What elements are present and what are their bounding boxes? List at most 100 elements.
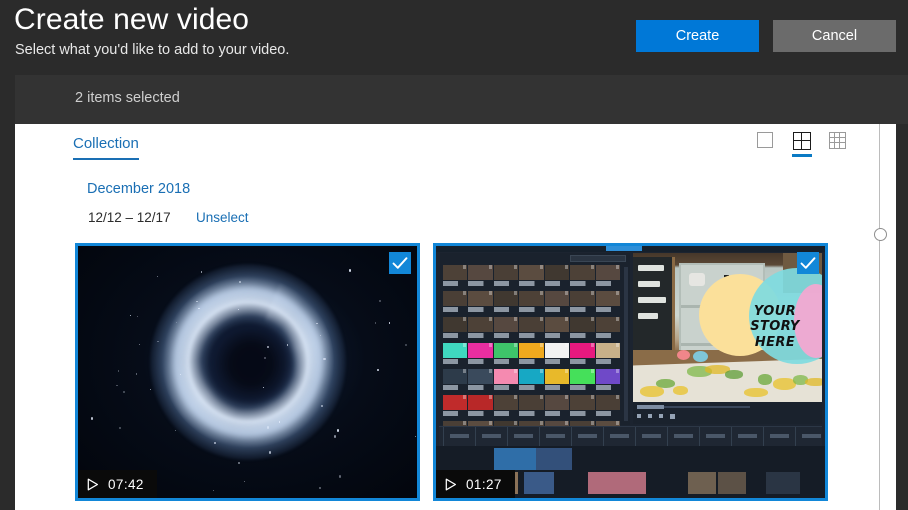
timeline-clip[interactable] — [494, 448, 536, 470]
asset-thumbnail[interactable] — [468, 369, 493, 394]
asset-preview — [570, 265, 595, 280]
asset-thumbnail[interactable] — [468, 317, 493, 342]
asset-thumbnail[interactable] — [493, 343, 519, 368]
asset-thumbnail[interactable] — [443, 317, 468, 342]
medium-view-button[interactable] — [791, 130, 813, 157]
media-item-video-editor-tutorial[interactable]: YOUR STORY HERE 01:27 — [433, 243, 828, 501]
asset-thumbnail[interactable] — [570, 291, 595, 316]
asset-thumbnail[interactable] — [544, 317, 570, 342]
asset-thumbnail[interactable] — [493, 395, 519, 420]
asset-thumbnail[interactable] — [519, 343, 544, 368]
star — [348, 269, 351, 272]
asset-thumbnail[interactable] — [544, 291, 570, 316]
create-button[interactable]: Create — [636, 20, 759, 52]
asset-thumbnail[interactable] — [595, 395, 620, 420]
group-unselect-link[interactable]: Unselect — [196, 210, 249, 225]
asset-thumbnail[interactable] — [468, 291, 493, 316]
asset-thumbnail[interactable] — [443, 265, 468, 290]
ruler-label — [706, 434, 725, 438]
asset-thumbnail[interactable] — [519, 291, 544, 316]
asset-thumbnail[interactable] — [443, 395, 468, 420]
asset-label — [493, 333, 519, 338]
asset-thumbnail[interactable] — [570, 395, 595, 420]
large-view-button[interactable] — [755, 130, 777, 157]
media-item-nebula-video[interactable]: 07:42 — [75, 243, 420, 501]
star — [339, 475, 342, 478]
asset-preview — [493, 343, 519, 358]
timeline-clip[interactable] — [718, 472, 746, 494]
asset-thumbnail[interactable] — [570, 369, 595, 394]
asset-label — [519, 307, 544, 312]
cancel-button[interactable]: Cancel — [773, 20, 896, 52]
asset-preview — [468, 395, 493, 410]
asset-thumbnail[interactable] — [443, 343, 468, 368]
selection-checkbox[interactable] — [797, 252, 819, 274]
asset-preview — [443, 343, 468, 358]
page-subtitle: Select what you'd like to add to your vi… — [15, 42, 290, 58]
timeline-clip[interactable] — [688, 472, 716, 494]
asset-label — [519, 359, 544, 364]
asset-preview — [570, 343, 595, 358]
view-mode-switcher — [755, 130, 849, 157]
asset-thumbnail[interactable] — [595, 317, 620, 342]
ruler-tick — [443, 427, 444, 447]
timeline-clip[interactable] — [536, 448, 572, 470]
editor-search-box — [570, 255, 626, 262]
ruler-tick — [603, 427, 604, 447]
selection-checkbox[interactable] — [389, 252, 411, 274]
asset-thumbnail[interactable] — [443, 369, 468, 394]
star — [212, 489, 214, 491]
asset-preview — [493, 395, 519, 410]
asset-thumbnail[interactable] — [468, 395, 493, 420]
asset-thumbnail[interactable] — [493, 317, 519, 342]
asset-thumbnail[interactable] — [493, 369, 519, 394]
asset-thumbnail[interactable] — [468, 265, 493, 290]
ruler-tick — [763, 427, 764, 447]
asset-thumbnail[interactable] — [519, 317, 544, 342]
group-title[interactable]: December 2018 — [87, 181, 190, 197]
timeline-clip[interactable] — [766, 472, 800, 494]
asset-preview — [468, 265, 493, 280]
asset-thumbnail[interactable] — [468, 343, 493, 368]
asset-thumbnail[interactable] — [570, 265, 595, 290]
asset-thumbnail[interactable] — [544, 343, 570, 368]
asset-thumbnail[interactable] — [570, 317, 595, 342]
asset-thumbnail[interactable] — [595, 369, 620, 394]
asset-thumbnail[interactable] — [443, 291, 468, 316]
timeline-clip[interactable] — [588, 472, 646, 494]
asset-thumbnail[interactable] — [544, 369, 570, 394]
caption-line-1: YOUR — [753, 303, 797, 319]
asset-thumbnail[interactable] — [519, 265, 544, 290]
asset-thumbnail[interactable] — [595, 265, 620, 290]
scrollbar-handle[interactable] — [873, 228, 887, 241]
asset-label — [443, 411, 468, 416]
asset-thumbnail[interactable] — [595, 343, 620, 368]
asset-thumbnail[interactable] — [493, 265, 519, 290]
ruler-label — [642, 434, 661, 438]
checkmark-icon — [392, 257, 408, 269]
timeline-clip[interactable] — [524, 472, 554, 494]
plush-toy-a — [677, 350, 690, 360]
asset-label — [595, 307, 620, 312]
asset-label — [595, 281, 620, 286]
asset-thumbnail[interactable] — [544, 265, 570, 290]
asset-preview — [570, 395, 595, 410]
asset-label — [544, 333, 570, 338]
nebula-core — [209, 325, 292, 404]
asset-thumbnail[interactable] — [519, 395, 544, 420]
ruler-label — [450, 434, 469, 438]
small-view-button[interactable] — [827, 130, 849, 157]
asset-thumbnail[interactable] — [570, 343, 595, 368]
asset-label — [544, 359, 570, 364]
scrollbar-track — [879, 124, 881, 510]
tab-collection[interactable]: Collection — [73, 134, 139, 160]
asset-thumbnail[interactable] — [595, 291, 620, 316]
asset-thumbnail[interactable] — [493, 291, 519, 316]
asset-label — [493, 281, 519, 286]
asset-thumbnail[interactable] — [519, 369, 544, 394]
selection-status-bar: 2 items selected — [15, 75, 908, 124]
preview-buttons — [637, 414, 675, 419]
asset-preview — [443, 395, 468, 410]
panel-scrollbar[interactable] — [872, 124, 888, 510]
asset-thumbnail[interactable] — [544, 395, 570, 420]
